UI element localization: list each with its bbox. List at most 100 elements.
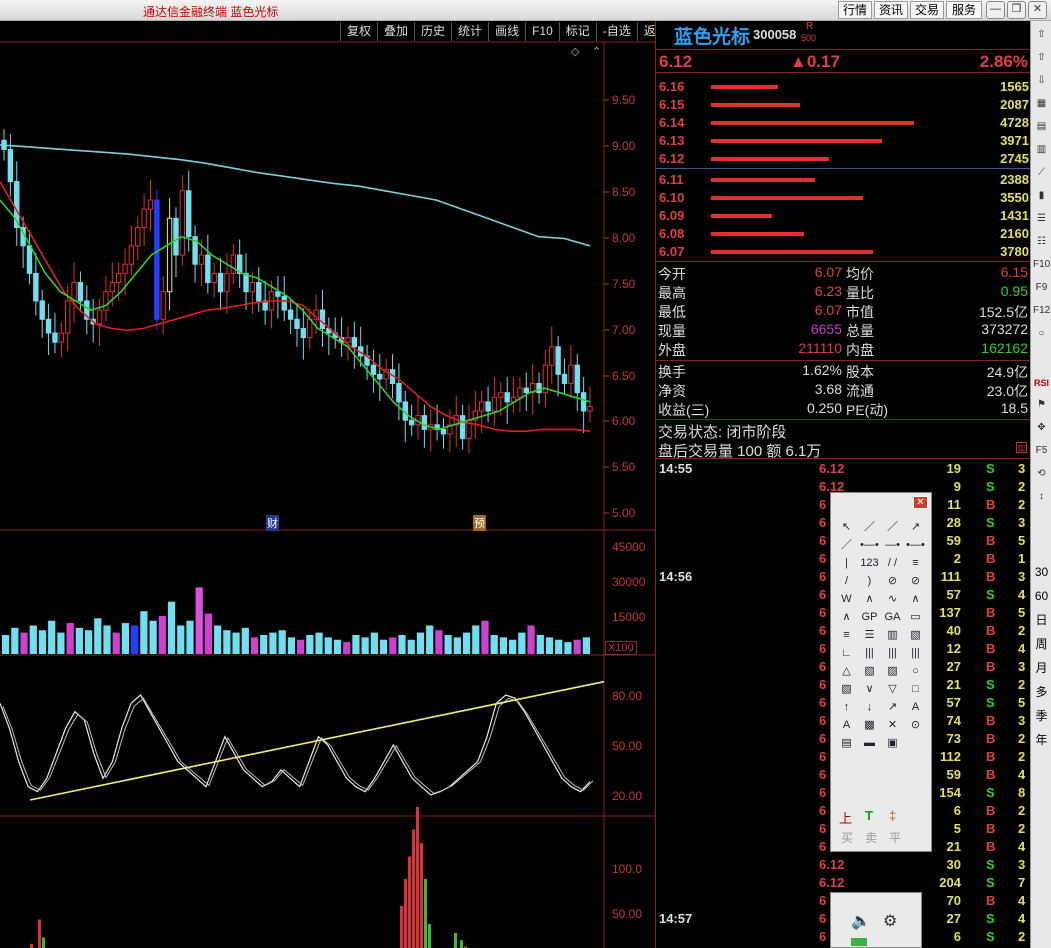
restore-icon[interactable]: ❐: [1007, 1, 1026, 19]
f9-icon[interactable]: F9: [1033, 280, 1050, 296]
menu-trade[interactable]: 交易: [910, 1, 944, 19]
menu-quotes[interactable]: 行情: [838, 1, 872, 19]
draw-tool-icon[interactable]: ↗: [881, 697, 904, 715]
trade-buy-icon[interactable]: 上: [839, 808, 852, 827]
draw-tool-icon[interactable]: △: [835, 661, 858, 679]
draw-tool-icon[interactable]: ≡: [904, 553, 927, 571]
trade-t-icon[interactable]: T: [865, 808, 873, 823]
draw-tool-icon[interactable]: ▤: [835, 733, 858, 751]
draw-tool-icon[interactable]: W: [835, 589, 858, 607]
buy-button[interactable]: 买: [841, 829, 853, 846]
draw-tool-icon[interactable]: ∧: [904, 589, 927, 607]
draw-tool-icon[interactable]: ▽: [881, 679, 904, 697]
draw-tool-icon[interactable]: ／: [835, 535, 858, 553]
tool-icon[interactable]: ⚑: [1033, 397, 1050, 413]
draw-tool-icon[interactable]: ☰: [858, 625, 881, 643]
draw-tool-icon[interactable]: ≡: [835, 625, 858, 643]
orderbook-row[interactable]: 6.12 2745: [656, 150, 1031, 168]
f10-icon[interactable]: F10: [1033, 257, 1050, 273]
bar-chart-icon[interactable]: ▥: [1033, 142, 1050, 158]
orderbook-row[interactable]: 6.16 1565: [656, 78, 1031, 96]
orderbook-row[interactable]: 6.13 3971: [656, 132, 1031, 150]
draw-tool-icon[interactable]: GA: [881, 607, 904, 625]
forecast-marker[interactable]: 预: [473, 515, 486, 531]
orderbook-row[interactable]: 6.07 3780: [656, 243, 1031, 261]
draw-tool-icon[interactable]: ↗: [904, 517, 927, 535]
draw-tool-icon[interactable]: ∨: [858, 679, 881, 697]
grid-icon[interactable]: ▦: [1033, 96, 1050, 112]
list2-icon[interactable]: ☷: [1033, 234, 1050, 250]
draw-tool-icon[interactable]: ↓: [858, 697, 881, 715]
draw-tool-icon[interactable]: •—•: [904, 535, 927, 553]
period-7[interactable]: 年: [1033, 733, 1050, 748]
tool-icon[interactable]: ↕: [1033, 489, 1050, 505]
orderbook-row[interactable]: 6.10 3550: [656, 189, 1031, 207]
draw-tool-icon[interactable]: /: [835, 571, 858, 589]
candle-icon[interactable]: ▮: [1033, 188, 1050, 204]
kline-chart[interactable]: ◇ ⌃: [0, 0, 655, 948]
list-icon[interactable]: ☰: [1033, 211, 1050, 227]
draw-tool-icon[interactable]: ⊙: [904, 715, 927, 733]
draw-tool-icon[interactable]: ▬: [858, 733, 881, 751]
period-2[interactable]: 日: [1033, 613, 1050, 628]
draw-tool-icon[interactable]: ▧: [904, 625, 927, 643]
draw-tool-icon[interactable]: GP: [858, 607, 881, 625]
draw-tool-icon[interactable]: •—•: [858, 535, 881, 553]
menu-news[interactable]: 资讯: [874, 1, 908, 19]
orderbook-row[interactable]: 6.15 2087: [656, 96, 1031, 114]
tick-row[interactable]: 6.12 204 S 7: [656, 874, 1031, 892]
up-arrow-icon[interactable]: ⇧: [1033, 27, 1050, 43]
draw-tool-icon[interactable]: ▥: [881, 625, 904, 643]
draw-tool-icon[interactable]: ⊘: [904, 571, 927, 589]
draw-tool-icon[interactable]: ∧: [858, 589, 881, 607]
orderbook-row[interactable]: 6.08 2160: [656, 225, 1031, 243]
orderbook-row[interactable]: 6.14 4728: [656, 114, 1031, 132]
orderbook-row[interactable]: 6.11 2388: [656, 171, 1031, 189]
tick-row[interactable]: 6.12 30 S 3: [656, 856, 1031, 874]
period-0[interactable]: 30: [1033, 565, 1050, 580]
draw-tool-icon[interactable]: [904, 733, 927, 751]
period-3[interactable]: 周: [1033, 637, 1050, 652]
tool-icon[interactable]: ⟲: [1033, 466, 1050, 482]
draw-tool-icon[interactable]: |: [835, 553, 858, 571]
draw-tool-icon[interactable]: —•: [881, 535, 904, 553]
draw-tool-icon[interactable]: A: [835, 715, 858, 733]
line-chart-icon[interactable]: ⟋: [1033, 165, 1050, 181]
finance-marker[interactable]: 财: [266, 515, 279, 531]
speaker-icon[interactable]: 🔈: [851, 911, 871, 931]
draw-tool-icon[interactable]: ／: [881, 517, 904, 535]
draw-tool-icon[interactable]: ↑: [835, 697, 858, 715]
draw-tool-icon[interactable]: ▨: [881, 661, 904, 679]
up-arrow-2-icon[interactable]: ⇧: [1033, 50, 1050, 66]
draw-tool-icon[interactable]: |||: [858, 643, 881, 661]
trade-other-icon[interactable]: ‡: [889, 808, 896, 823]
draw-tool-icon[interactable]: ○: [904, 661, 927, 679]
period-4[interactable]: 月: [1033, 661, 1050, 676]
draw-tool-icon[interactable]: ∟: [835, 643, 858, 661]
mic-icon[interactable]: ⚙: [883, 911, 897, 931]
calendar-icon[interactable]: ▥: [1016, 442, 1027, 453]
down-arrow-icon[interactable]: ⇩: [1033, 73, 1050, 89]
layout-icon[interactable]: ▤: [1033, 119, 1050, 135]
close-icon[interactable]: ✕: [1028, 1, 1047, 19]
draw-tool-icon[interactable]: 123: [858, 553, 881, 571]
close-icon[interactable]: ✕: [913, 496, 928, 509]
draw-tool-icon[interactable]: ✕: [881, 715, 904, 733]
flat-button[interactable]: 平: [889, 829, 901, 846]
draw-tool-icon[interactable]: ): [858, 571, 881, 589]
tool-icon[interactable]: F5: [1033, 443, 1050, 459]
sell-button[interactable]: 卖: [865, 829, 877, 846]
draw-tool-icon[interactable]: ▭: [904, 607, 927, 625]
draw-tool-icon[interactable]: A: [904, 697, 927, 715]
period-6[interactable]: 季: [1033, 709, 1050, 724]
draw-tool-icon[interactable]: ▧: [858, 661, 881, 679]
draw-tool-icon[interactable]: ／: [858, 517, 881, 535]
circle-icon[interactable]: ○: [1033, 326, 1050, 342]
draw-tool-icon[interactable]: ⊘: [881, 571, 904, 589]
drawing-palette[interactable]: ✕ ↖ ／／ ↗ ／ •—• —• •—• | 123/ / ≡ /) ⊘ ⊘ W ∧ ∿ ∧ ∧ GP GA ▭ ≡ ☰ ▥…: [830, 492, 932, 852]
period-1[interactable]: 60: [1033, 589, 1050, 604]
minimize-icon[interactable]: —: [986, 1, 1005, 19]
draw-tool-icon[interactable]: ▣: [881, 733, 904, 751]
tick-row[interactable]: 14:55 6.12 19 S 3: [656, 460, 1031, 478]
rsi-label[interactable]: RSI: [1033, 376, 1050, 391]
